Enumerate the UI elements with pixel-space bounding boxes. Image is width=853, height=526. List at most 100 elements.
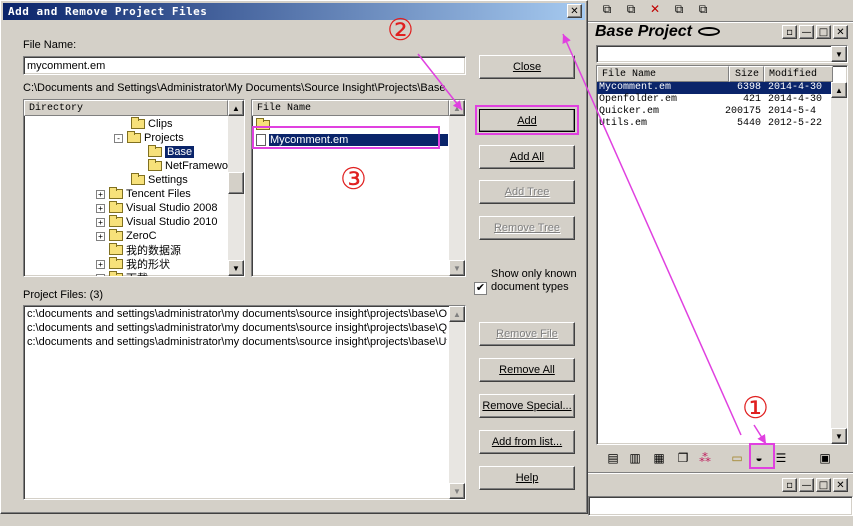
project-file-row[interactable]: Mycomment.em 6398 2014-4-30 (597, 82, 831, 94)
expand-icon[interactable]: + (96, 189, 105, 199)
open-folder-icon[interactable]: ▭ (728, 449, 746, 467)
properties-icon[interactable]: ▣ (816, 449, 834, 467)
tree-item[interactable]: Settings (131, 173, 188, 187)
project-file-row[interactable]: Quicker.em 200175 2014-5-4 (597, 106, 831, 118)
file-name-header[interactable]: File Name (252, 100, 449, 116)
folder-icon (148, 159, 162, 171)
tree-item[interactable]: + Visual Studio 2008 (96, 201, 218, 215)
tree-item[interactable]: + Visual Studio 2010 (96, 215, 218, 229)
tree-item-label: Tencent Files (126, 188, 191, 200)
tree-item-label: Settings (148, 174, 188, 186)
project-file-name: Utils.em (599, 118, 648, 129)
expand-icon[interactable]: + (96, 203, 105, 213)
column-label: File Name (602, 68, 657, 80)
close-icon[interactable]: ✕ (833, 478, 848, 492)
tree-item-label: Visual Studio 2008 (126, 202, 218, 214)
sort-icon[interactable]: ▤ (604, 449, 622, 467)
help-button[interactable]: Help (479, 466, 575, 490)
remove-tree-button[interactable]: Remove Tree (479, 216, 575, 240)
project-file-row[interactable]: Utils.em 5440 2012-5-22 (597, 118, 831, 130)
restore-icon[interactable]: ▫ (782, 25, 797, 39)
lower-panel-field[interactable] (588, 496, 853, 516)
scroll-down-icon[interactable]: ▼ (449, 483, 465, 499)
project-file-row[interactable]: c:\documents and settings\administrator\… (27, 322, 447, 336)
scroll-down-icon[interactable]: ▼ (228, 260, 244, 276)
scroll-up-icon[interactable]: ▲ (228, 100, 244, 116)
add-from-list-button[interactable]: Add from list... (479, 430, 575, 454)
folder-icon (109, 215, 123, 227)
close-icon[interactable]: ✕ (833, 25, 848, 39)
current-path: C:\Documents and Settings\Administrator\… (23, 82, 446, 94)
tree-item[interactable]: - Projects (114, 131, 184, 145)
restore-icon[interactable]: ▫ (782, 478, 797, 492)
project-file-modified: 2014-4-30 (768, 94, 823, 105)
directory-scrollbar[interactable]: ▲ ▼ (228, 100, 244, 276)
tree-item[interactable]: + 我的形状 (96, 257, 170, 271)
scroll-up-icon[interactable]: ▲ (449, 306, 465, 322)
project-column-header[interactable]: Size (729, 66, 764, 82)
folder-icon (127, 131, 141, 143)
panel-divider (588, 472, 853, 474)
scroll-down-icon[interactable]: ▼ (831, 428, 847, 444)
tree-item[interactable]: + 下载 (96, 270, 148, 276)
book-icon[interactable]: ❐ (674, 449, 692, 467)
tree-item[interactable]: + ZeroC (96, 229, 157, 243)
scroll-thumb[interactable] (228, 172, 244, 194)
project-list-scrollbar[interactable]: ▲ ▼ (831, 82, 847, 444)
minimize-icon[interactable]: — (799, 478, 814, 492)
selected-file-highlight (252, 126, 440, 149)
project-toolbar-icon[interactable]: ⧉ (622, 0, 640, 18)
project-file-row[interactable]: c:\documents and settings\administrator\… (27, 336, 447, 350)
scroll-down-icon[interactable]: ▼ (449, 260, 465, 276)
tree-item-label: 下载 (126, 270, 148, 276)
tree-item[interactable]: Base (148, 145, 195, 159)
expand-icon[interactable]: + (96, 231, 105, 241)
project-files-scrollbar[interactable]: ▲ ▼ (449, 306, 465, 499)
file-list-scrollbar[interactable]: ▲ ▼ (449, 100, 465, 276)
add-all-button[interactable]: Add All (479, 145, 575, 169)
directory-tree[interactable]: Directory Clips - Projects Base NetFramework… (23, 99, 245, 277)
delete-project-icon[interactable]: ✕ (646, 0, 664, 18)
project-file-list[interactable]: File Name Size Modified Mycomment.em 6398 20… (596, 65, 848, 445)
tree-item[interactable]: Clips (131, 117, 172, 131)
tree-item[interactable]: + Tencent Files (96, 187, 191, 201)
remove-file-button[interactable]: Remove File (479, 322, 575, 346)
add-tree-button[interactable]: Add Tree (479, 180, 575, 204)
tree-item[interactable]: 我的数据源 (96, 243, 181, 257)
project-file-size: 421 (742, 94, 761, 105)
remove-all-button[interactable]: Remove All (479, 358, 575, 382)
minimize-icon[interactable]: — (799, 25, 814, 39)
columns-icon[interactable]: ▥ (626, 449, 644, 467)
project-toolbar-icon[interactable]: ⧉ (598, 0, 616, 18)
project-file-name: Openfolder.em (599, 94, 678, 105)
directory-header[interactable]: Directory (24, 100, 228, 116)
project-toolbar-icon[interactable]: ⧉ (694, 0, 712, 18)
expand-icon[interactable]: + (96, 217, 105, 227)
close-button[interactable]: Close (479, 55, 575, 79)
scroll-up-icon[interactable]: ▲ (449, 100, 465, 116)
project-file-modified: 2014-4-30 (768, 82, 823, 93)
maximize-icon[interactable]: □ (816, 25, 831, 39)
project-toolbar-icon[interactable]: ⧉ (670, 0, 688, 18)
remove-special-button[interactable]: Remove Special... (479, 394, 575, 418)
add-button[interactable]: Add (479, 109, 575, 132)
collapse-icon[interactable]: - (114, 133, 123, 143)
expand-icon[interactable]: + (96, 259, 105, 269)
annotation-three: ③ (340, 162, 367, 197)
show-only-known-checkbox[interactable]: ✔ (474, 282, 487, 295)
chevron-down-icon[interactable]: ▼ (831, 46, 847, 62)
project-column-header[interactable]: File Name (597, 66, 729, 82)
project-file-modified: 2012-5-22 (768, 118, 823, 129)
grid-icon[interactable]: ▦ (650, 449, 668, 467)
project-column-header[interactable]: Modified (764, 66, 833, 82)
file-name-input[interactable] (23, 56, 466, 75)
scroll-up-icon[interactable]: ▲ (831, 82, 847, 98)
project-file-row[interactable]: Openfolder.em 421 2014-4-30 (597, 94, 831, 106)
symbols-icon[interactable]: ⁂ (696, 449, 714, 467)
expand-icon[interactable]: + (96, 273, 105, 276)
project-file-row[interactable]: c:\documents and settings\administrator\… (27, 308, 447, 322)
project-dropdown[interactable]: ▼ (596, 45, 848, 63)
maximize-icon[interactable]: □ (816, 478, 831, 492)
project-files-list[interactable]: c:\documents and settings\administrator\… (23, 305, 466, 500)
dialog-close-icon[interactable]: ✕ (567, 4, 582, 18)
